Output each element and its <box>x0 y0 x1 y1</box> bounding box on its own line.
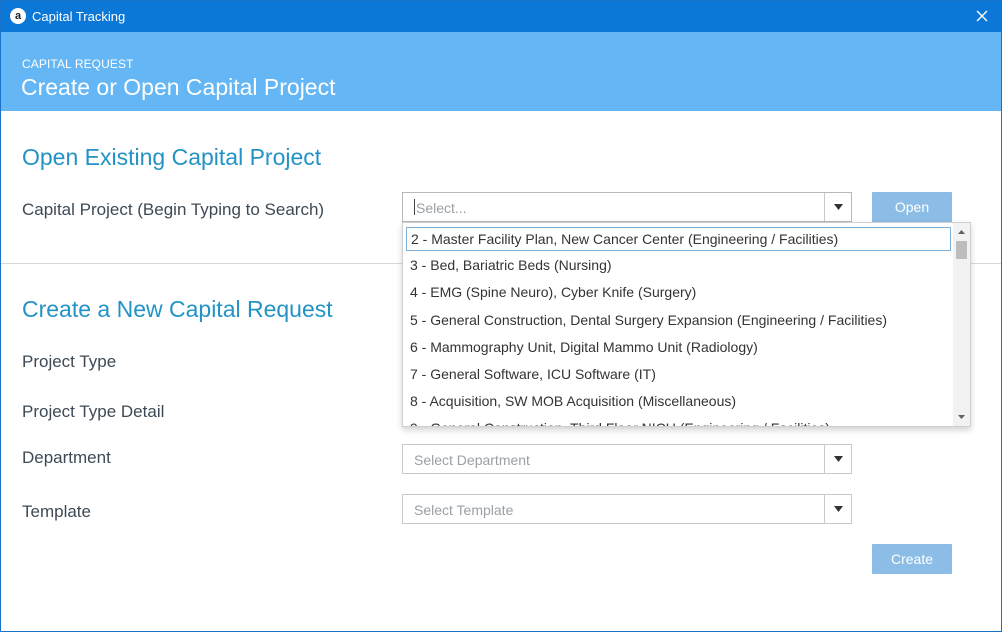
template-placeholder: Select Template <box>414 502 514 518</box>
dropdown-option[interactable]: 5 - General Construction, Dental Surgery… <box>406 309 951 333</box>
banner-kicker: CAPITAL REQUEST <box>22 57 134 71</box>
template-select[interactable]: Select Template <box>402 494 852 524</box>
create-section-title: Create a New Capital Request <box>22 296 333 322</box>
department-dropdown-toggle[interactable] <box>824 445 851 473</box>
scrollbar-thumb[interactable] <box>956 241 967 259</box>
chevron-down-icon <box>834 456 843 462</box>
capital-project-placeholder: Select... <box>416 200 467 216</box>
template-label: Template <box>22 502 91 521</box>
dropdown-option[interactable]: 3 - Bed, Bariatric Beds (Nursing) <box>406 254 951 278</box>
template-dropdown-toggle[interactable] <box>824 495 851 523</box>
dropdown-option[interactable]: 8 - Acquisition, SW MOB Acquisition (Mis… <box>406 390 951 414</box>
header-banner: CAPITAL REQUEST Create or Open Capital P… <box>1 32 1001 111</box>
dropdown-option[interactable]: 7 - General Software, ICU Software (IT) <box>406 363 951 387</box>
capital-project-dropdown-list: 2 - Master Facility Plan, New Cancer Cen… <box>402 222 971 427</box>
capital-project-label: Capital Project (Begin Typing to Search) <box>22 200 325 219</box>
dropdown-option[interactable]: 9 - General Construction, Third Floor NI… <box>406 417 951 426</box>
dropdown-option[interactable]: 4 - EMG (Spine Neuro), Cyber Knife (Surg… <box>406 281 951 305</box>
capital-tracking-window: a Capital Tracking CAPITAL REQUEST Creat… <box>0 0 1002 632</box>
scroll-down-arrow-icon[interactable] <box>953 410 970 424</box>
scroll-up-arrow-icon[interactable] <box>953 225 970 239</box>
department-label: Department <box>22 448 111 467</box>
project-type-detail-label: Project Type Detail <box>22 402 165 421</box>
open-section-title: Open Existing Capital Project <box>22 144 322 170</box>
capital-project-combobox[interactable]: Select... <box>402 192 852 222</box>
close-icon[interactable] <box>971 5 993 27</box>
department-select[interactable]: Select Department <box>402 444 852 474</box>
chevron-down-icon <box>834 204 843 210</box>
text-caret <box>414 199 415 215</box>
create-button[interactable]: Create <box>872 544 952 574</box>
open-button[interactable]: Open <box>872 192 952 222</box>
chevron-down-icon <box>834 506 843 512</box>
title-bar: a Capital Tracking <box>1 1 1001 32</box>
app-logo-icon: a <box>10 8 26 24</box>
dropdown-scrollbar[interactable] <box>953 223 970 426</box>
project-type-label: Project Type <box>22 352 117 371</box>
capital-project-dropdown-toggle[interactable] <box>824 193 851 221</box>
page-title: Create or Open Capital Project <box>21 74 336 100</box>
window-title: Capital Tracking <box>32 9 126 24</box>
dropdown-option[interactable]: 6 - Mammography Unit, Digital Mammo Unit… <box>406 336 951 360</box>
dropdown-option[interactable]: 2 - Master Facility Plan, New Cancer Cen… <box>406 227 951 251</box>
department-placeholder: Select Department <box>414 452 530 468</box>
